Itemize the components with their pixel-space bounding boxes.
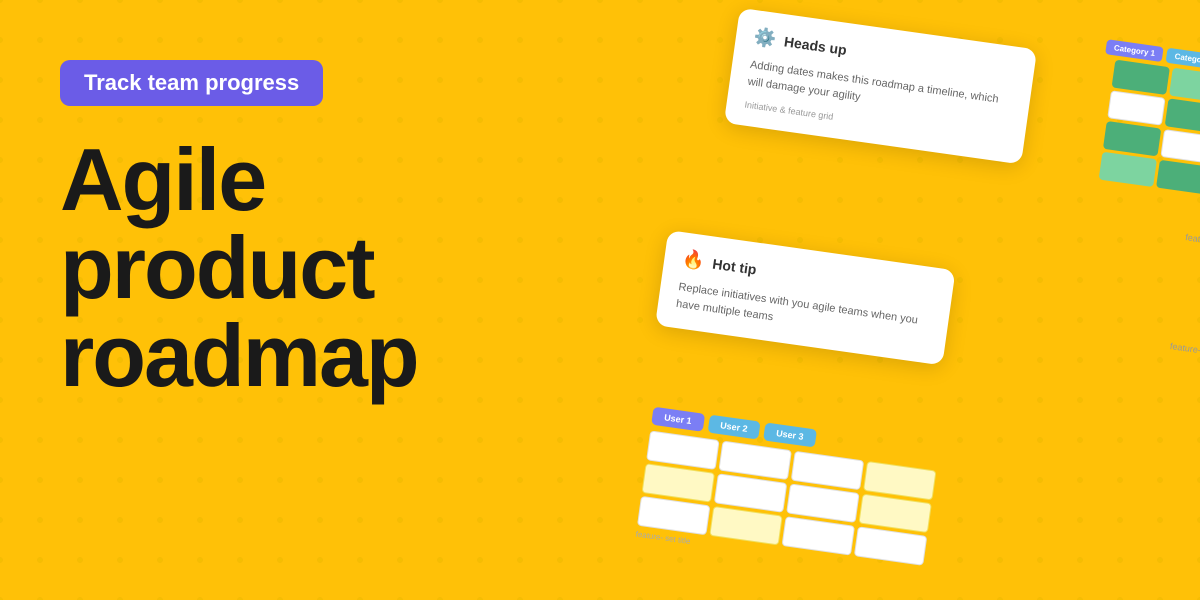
headline-line1: Agile [60,136,418,224]
feature-grid-top: Category 1 Category 2 Category 3 [1050,34,1200,203]
user-1-badge: User 1 [651,407,705,432]
grid-cell [1169,68,1200,103]
heads-up-icon: ⚙️ [753,26,778,50]
left-section: Track team progress Agile product roadma… [60,60,418,400]
track-progress-badge[interactable]: Track team progress [60,60,323,106]
feature-label-right-2: feature- set title [1169,341,1200,360]
bottom-cell [709,506,782,545]
bottom-cell [854,526,927,565]
top-grid-rows [1050,53,1200,203]
bottom-cell [637,496,710,535]
user-2-badge: User 2 [707,415,761,440]
main-background: Track team progress Agile product roadma… [0,0,1200,600]
hot-tip-card: 🔥 Hot tip Replace initiatives with you a… [655,230,956,365]
headline-line3: roadmap [60,312,418,400]
hot-tip-icon: 🔥 [681,248,706,272]
grid-cell [1160,129,1200,164]
bottom-cell [782,516,855,555]
heads-up-card: ⚙️ Heads up Adding dates makes this road… [724,8,1037,165]
feature-label-right-1: feature- set title [1185,232,1200,251]
headline-line2: product [60,224,418,312]
user-3-badge: User 3 [763,422,817,447]
headline: Agile product roadmap [60,136,418,400]
grid-cell [1099,152,1157,187]
grid-cell [1107,90,1165,125]
right-section: ⚙️ Heads up Adding dates makes this road… [603,0,1200,600]
grid-cell [1103,121,1161,156]
grid-cell [1165,98,1200,133]
grid-cell [1112,60,1170,95]
heads-up-title: Heads up [783,33,848,58]
feature-grid-bottom: User 1 User 2 User 3 [635,407,990,586]
hot-tip-title: Hot tip [712,255,758,277]
grid-cell [1156,160,1200,195]
